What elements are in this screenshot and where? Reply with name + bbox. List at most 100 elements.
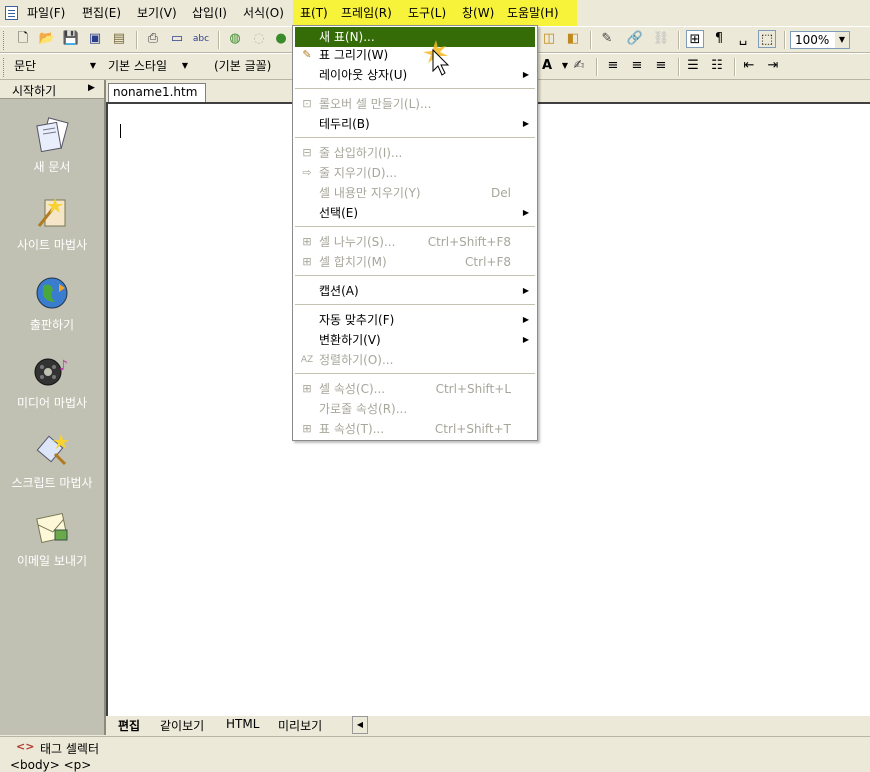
menu-insert[interactable]: 삽입(I): [192, 5, 227, 21]
template-icon[interactable]: ▤: [110, 30, 128, 48]
menu-item-table-properties[interactable]: ⊞ 표 속성(T)... Ctrl+Shift+T: [295, 419, 535, 439]
save-all-icon[interactable]: ▣: [86, 30, 104, 48]
sidebar-item-send-email[interactable]: 이메일 보내기: [0, 508, 104, 569]
unlink-icon[interactable]: ⛓: [652, 30, 670, 48]
font-color-icon[interactable]: A: [538, 57, 556, 75]
paragraph-mark-icon[interactable]: ¶: [710, 30, 728, 48]
align-right-icon[interactable]: ≡: [652, 57, 670, 75]
border-display-icon[interactable]: ⬚: [758, 30, 776, 48]
sidebar-item-publish[interactable]: 출판하기: [0, 272, 104, 333]
chevron-down-icon[interactable]: ▼: [835, 32, 849, 48]
menu-item-merge-cells[interactable]: ⊞ 셀 합치기(M) Ctrl+F8: [295, 252, 535, 272]
media-wizard-icon: ♪: [31, 350, 73, 390]
spellcheck-icon[interactable]: abc: [192, 30, 210, 48]
menu-item-border[interactable]: 테두리(B) ▶: [295, 114, 535, 134]
tab-split-view[interactable]: 같이보기: [160, 717, 204, 734]
menu-format[interactable]: 서식(O): [243, 5, 284, 21]
document-icon[interactable]: [5, 6, 18, 20]
menu-item-select[interactable]: 선택(E) ▶: [295, 203, 535, 223]
align-left-icon[interactable]: ≡: [604, 57, 622, 75]
bullet-list-icon[interactable]: ☷: [708, 57, 726, 75]
sidebar-header[interactable]: 시작하기 ▶: [0, 80, 104, 99]
split-cells-icon: ⊞: [302, 235, 312, 248]
menu-view[interactable]: 보기(V): [137, 5, 177, 21]
sidebar-item-label: 이메일 보내기: [16, 554, 88, 568]
publish-icon: [31, 272, 73, 312]
font-select[interactable]: (기본 글꼴): [196, 58, 292, 76]
menu-edit[interactable]: 편집(E): [82, 5, 121, 21]
print-icon[interactable]: ⎙: [144, 30, 162, 48]
tab-edit[interactable]: 편집: [118, 717, 140, 734]
menu-tools[interactable]: 도구(L): [408, 5, 447, 21]
menu-window[interactable]: 창(W): [462, 5, 495, 21]
merge-cells-icon: ⊞: [302, 255, 312, 268]
align-center-icon[interactable]: ≡: [628, 57, 646, 75]
frame-icon[interactable]: ◧: [564, 30, 582, 48]
script-wizard-icon: [31, 430, 73, 470]
paragraph-select[interactable]: 문단 ▼: [10, 58, 100, 76]
toolbar-grip[interactable]: [3, 31, 7, 50]
highlight-icon[interactable]: ✍: [570, 57, 588, 75]
globe-icon[interactable]: ●: [272, 30, 290, 48]
svg-text:♪: ♪: [59, 358, 68, 374]
menu-item-convert[interactable]: 변환하기(V) ▶: [295, 330, 535, 350]
rollover-icon: ⊡: [302, 97, 312, 110]
new-file-icon[interactable]: 🗋: [14, 30, 32, 48]
menu-item-clear-cell-contents[interactable]: 셀 내용만 지우기(Y) Del: [295, 183, 535, 203]
sidebar-item-script-wizard[interactable]: 스크립트 마법사: [0, 430, 104, 491]
style-select[interactable]: 기본 스타일 ▼: [104, 58, 192, 76]
link-icon[interactable]: 🔗: [626, 30, 644, 48]
menu-item-new-table[interactable]: 새 표(N)...: [295, 27, 535, 47]
tab-preview[interactable]: 미리보기: [278, 717, 322, 734]
menu-item-sort[interactable]: AZ 정렬하기(O)...: [295, 350, 535, 370]
email-icon: [31, 508, 73, 548]
scroll-left-icon[interactable]: ◀: [352, 716, 368, 734]
document-tab[interactable]: noname1.htm: [108, 83, 206, 102]
tag-path[interactable]: <body> <p>: [10, 758, 91, 772]
browser-icon[interactable]: ◍: [226, 30, 244, 48]
tool-icon[interactable]: ✎: [598, 30, 616, 48]
menu-item-rollover-cell[interactable]: ⊡ 롤오버 셀 만들기(L)...: [295, 94, 535, 114]
outdent-icon[interactable]: ⇤: [740, 57, 758, 75]
sidebar-item-label: 스크립트 마법사: [11, 476, 93, 490]
save-icon[interactable]: 💾: [62, 30, 80, 48]
status-bar: <> 태그 셀렉터 <body> <p>: [0, 736, 870, 772]
open-folder-icon[interactable]: 📂: [38, 30, 56, 48]
space-mark-icon[interactable]: ␣: [734, 30, 752, 48]
table-grid-icon[interactable]: ⊞: [686, 30, 704, 48]
menu-item-split-cells[interactable]: ⊞ 셀 나누기(S)... Ctrl+Shift+F8: [295, 232, 535, 252]
menu-item-insert-row[interactable]: ⊟ 줄 삽입하기(I)...: [295, 143, 535, 163]
document-tab-label: noname1.htm: [113, 85, 198, 99]
menu-table[interactable]: 표(T): [300, 5, 328, 21]
chevron-down-icon[interactable]: ▼: [178, 58, 192, 74]
menu-item-draw-table[interactable]: ✎ 표 그리기(W): [295, 45, 535, 65]
numbered-list-icon[interactable]: ☰: [684, 57, 702, 75]
preview-icon[interactable]: ▭: [168, 30, 186, 48]
submenu-arrow-icon: ▶: [522, 286, 529, 295]
menu-item-delete-row[interactable]: ⇨ 줄 지우기(D)...: [295, 163, 535, 183]
sidebar-item-label: 사이트 마법사: [16, 238, 88, 252]
stop-icon[interactable]: ◌: [250, 30, 268, 48]
menu-item-autofit[interactable]: 자동 맞추기(F) ▶: [295, 310, 535, 330]
layer-icon[interactable]: ◫: [540, 30, 558, 48]
submenu-arrow-icon: ▶: [522, 208, 529, 217]
menu-item-cell-properties[interactable]: ⊞ 셀 속성(C)... Ctrl+Shift+L: [295, 379, 535, 399]
zoom-select[interactable]: 100% ▼: [790, 31, 850, 49]
menu-help[interactable]: 도움말(H): [507, 5, 559, 21]
indent-icon[interactable]: ⇥: [764, 57, 782, 75]
sidebar-item-new-document[interactable]: 새 문서: [0, 114, 104, 175]
menu-frame[interactable]: 프레임(R): [341, 5, 392, 21]
tab-html[interactable]: HTML: [226, 717, 259, 731]
sidebar-item-site-wizard[interactable]: 사이트 마법사: [0, 192, 104, 253]
table-menu: 새 표(N)... ✎ 표 그리기(W) 레이아웃 상자(U) ▶ ⊡ 롤오버 …: [292, 25, 538, 441]
menu-file[interactable]: 파일(F): [27, 5, 65, 21]
menu-item-caption[interactable]: 캡션(A) ▶: [295, 281, 535, 301]
toolbar-grip[interactable]: [3, 58, 7, 77]
sidebar-item-media-wizard[interactable]: ♪ 미디어 마법사: [0, 350, 104, 411]
menu-item-layout-box[interactable]: 레이아웃 상자(U) ▶: [295, 65, 535, 85]
chevron-right-icon[interactable]: ▶: [88, 83, 95, 93]
chevron-down-icon[interactable]: ▼: [86, 58, 100, 74]
site-wizard-icon: [31, 192, 73, 232]
menu-item-row-properties[interactable]: 가로줄 속성(R)...: [295, 399, 535, 419]
mouse-pointer: [418, 38, 458, 78]
